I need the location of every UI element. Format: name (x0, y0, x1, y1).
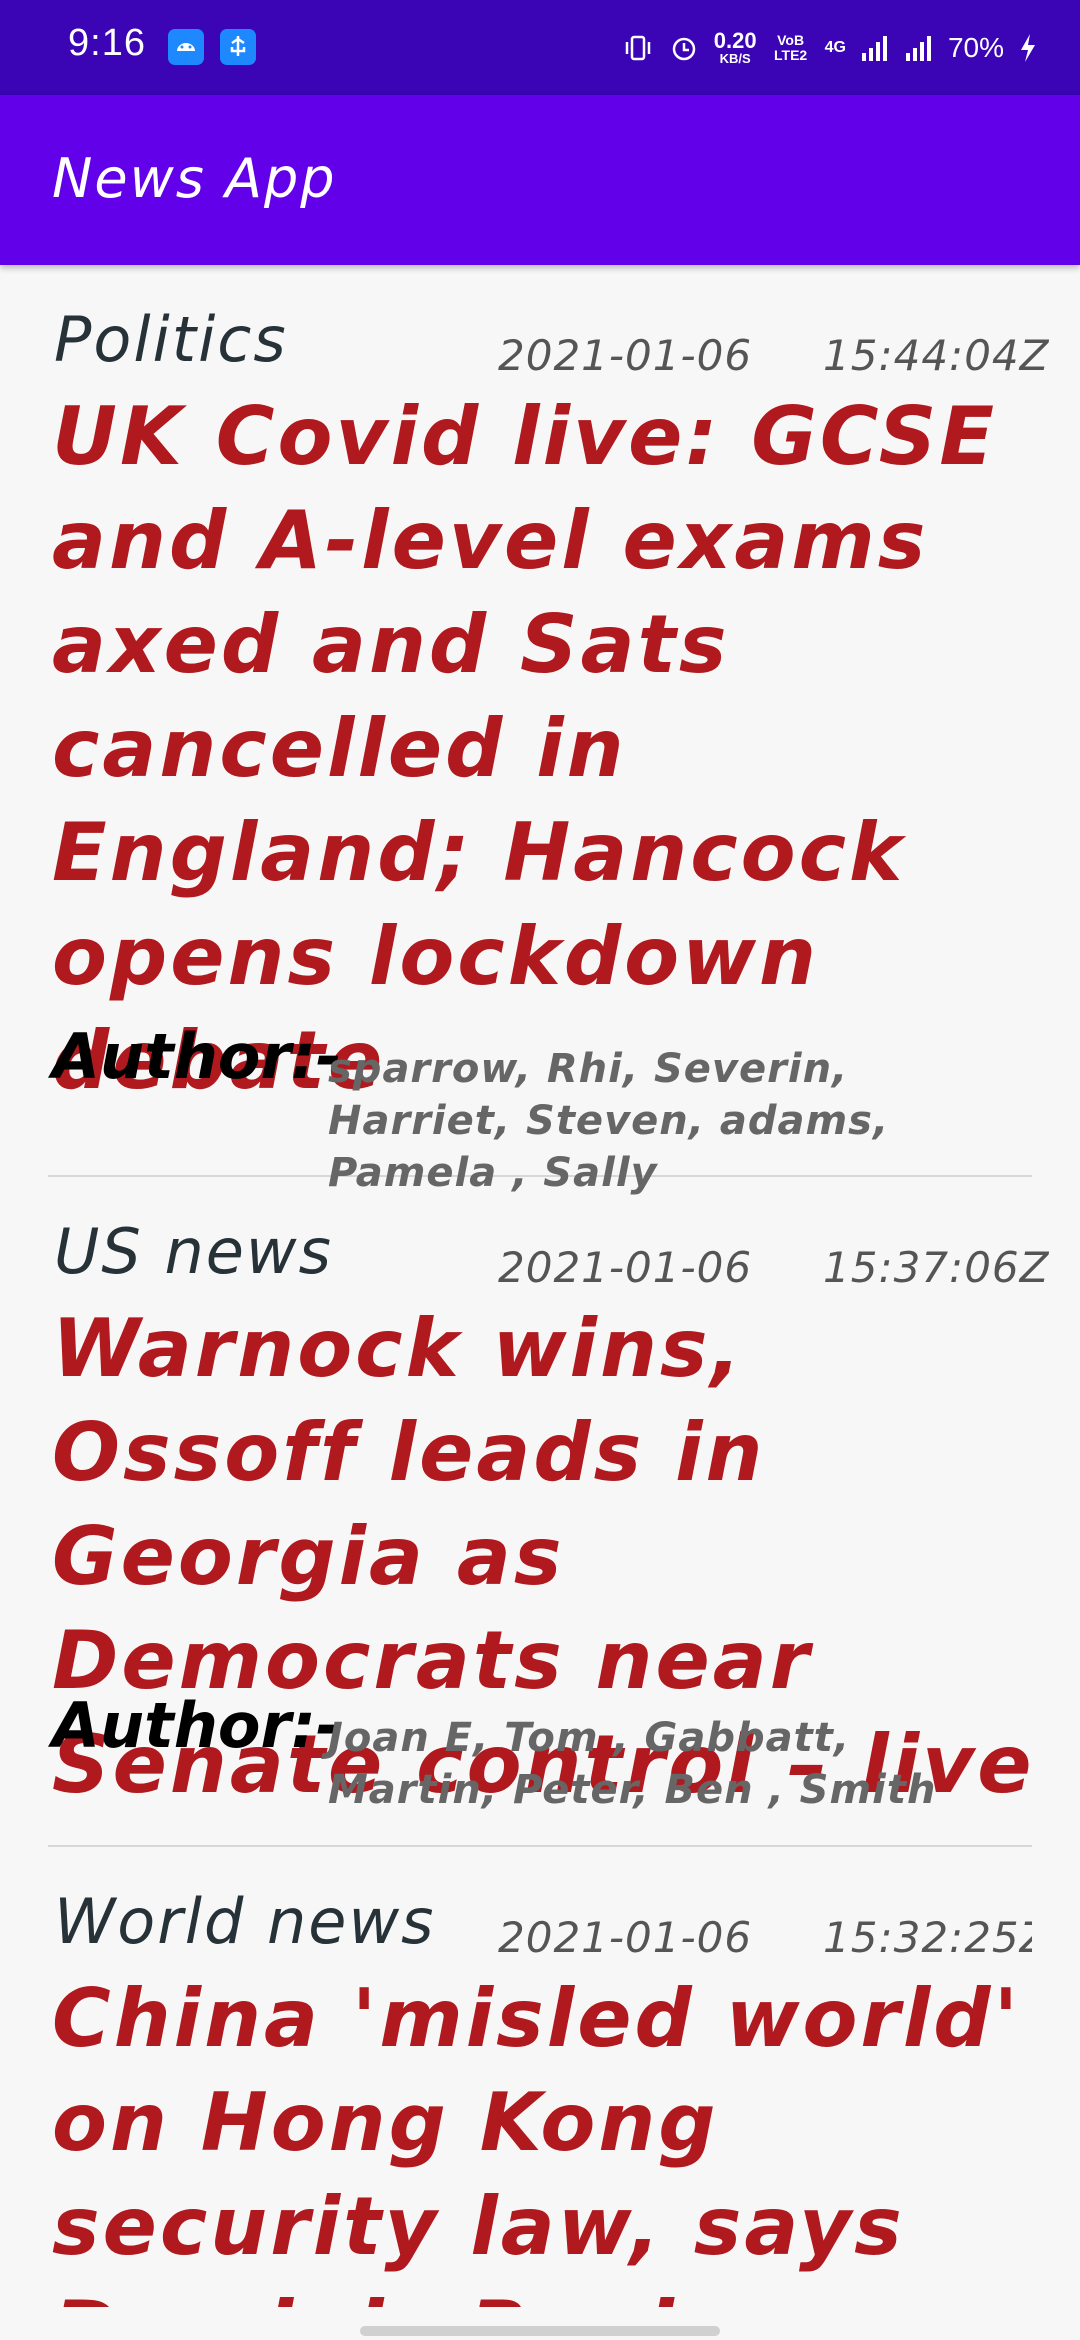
author-names: sparrow, Rhi, Severin, Harriet, Steven, … (328, 1046, 890, 1196)
news-time: 15:32:25Z (823, 1913, 1032, 1962)
news-headline[interactable]: UK Covid live: GCSE and A-level exams ax… (52, 385, 1042, 1113)
network-speed: 0.20 KB/S (713, 28, 757, 66)
author-names: Joan E, Tom , Gabbatt, Martin, Peter, Be… (328, 1715, 937, 1813)
app-title: News App (52, 147, 337, 210)
status-time: 9:16 (68, 22, 146, 64)
home-indicator[interactable] (360, 2326, 720, 2336)
usb-icon (220, 29, 256, 65)
news-date: 2021-01-06 (498, 1243, 753, 1292)
charging-icon (1021, 33, 1035, 62)
news-date: 2021-01-06 (498, 1913, 753, 1962)
news-item[interactable]: Politics 2021-01-06 15:44:04Z UK Covid l… (48, 265, 1048, 1196)
status-icons: 0.20 KB/S VoB LTE2 4G 70% (622, 25, 1038, 70)
news-list[interactable]: Politics 2021-01-06 15:44:04Z UK Covid l… (0, 265, 1080, 2307)
android-icon (168, 29, 204, 65)
news-category: Politics (54, 303, 288, 376)
battery-level: 70% (947, 31, 1004, 63)
app-bar: News App (0, 95, 1080, 265)
status-bar: 9:16 0.20 KB/S VoB LTE2 4G 70% (0, 0, 1080, 95)
news-time: 15:44:04Z (823, 331, 1050, 380)
news-item[interactable]: World news 2021-01-06 15:32:25Z China 'm… (48, 1847, 1032, 2307)
news-item[interactable]: US news 2021-01-06 15:37:06Z Warnock win… (48, 1177, 1048, 1847)
volte-indicator: VoB LTE2 (774, 31, 808, 63)
signal-icon (861, 35, 887, 61)
author-label: Author:- (52, 1020, 342, 1093)
news-category: US news (54, 1215, 333, 1288)
network-type: 4G (824, 38, 846, 56)
alarm-icon (672, 37, 696, 60)
news-category: World news (54, 1885, 436, 1958)
news-headline[interactable]: China 'misled world' on Hong Kong securi… (52, 1967, 1032, 2307)
news-time: 15:37:06Z (823, 1243, 1050, 1292)
news-date: 2021-01-06 (498, 331, 753, 380)
signal-icon (905, 35, 931, 61)
vibrate-icon (625, 35, 651, 60)
author-label: Author:- (52, 1689, 342, 1762)
